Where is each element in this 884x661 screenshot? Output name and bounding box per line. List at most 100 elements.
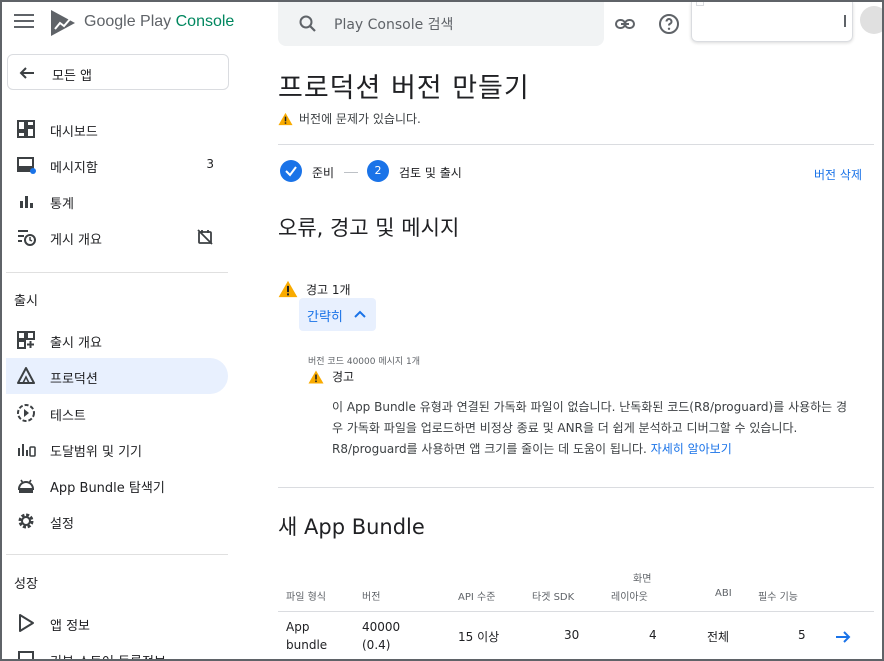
cell-required-features: 5 — [798, 628, 806, 642]
publishing-overview-icon — [18, 230, 36, 246]
account-switcher[interactable] — [691, 2, 853, 42]
sidebar-item-release-overview[interactable]: 출시 개요 — [6, 322, 228, 358]
sidebar-item-testing[interactable]: 테스트 — [6, 395, 228, 431]
check-icon — [285, 166, 297, 177]
sidebar-item-statistics[interactable]: 통계 — [6, 183, 228, 219]
store-presence-icon — [19, 614, 34, 632]
step-label: 검토 및 출시 — [399, 166, 462, 180]
warning-title-row: 경고 — [308, 368, 354, 385]
cell-file-type-2: bundle — [286, 638, 328, 652]
section-release-heading: 출시 — [14, 294, 38, 309]
dashboard-icon — [17, 120, 35, 138]
sidebar-item-label: 기본 스토어 등록정보 — [50, 651, 166, 659]
production-icon — [17, 367, 35, 384]
sidebar-item-label: 출시 개요 — [50, 336, 102, 351]
sidebar-item-label: 프로덕션 — [50, 372, 98, 387]
android-icon — [17, 479, 35, 493]
sidebar-item-label: 대시보드 — [50, 125, 98, 140]
col-header-screen-layout-2: 레이아웃 — [611, 592, 648, 603]
cell-file-type-1: App — [286, 620, 310, 634]
play-console-logo — [51, 10, 75, 36]
sidebar-item-production[interactable]: 프로덕션 — [6, 358, 228, 394]
sidebar-item-store-listing[interactable]: 기본 스토어 등록정보 — [6, 641, 228, 659]
account-caret — [844, 15, 846, 27]
sidebar-item-label: 테스트 — [50, 409, 86, 424]
sidebar-item-app-bundle-explorer[interactable]: App Bundle 탐색기 — [6, 467, 228, 503]
chevron-up-icon — [354, 310, 366, 318]
inbox-icon — [17, 157, 36, 174]
delete-release-button[interactable]: 버전 삭제 — [814, 166, 862, 183]
top-bar: Google Play Console — [2, 2, 882, 48]
version-code-messages: 버전 코드 40000 메시지 1개 — [308, 357, 421, 367]
section-divider — [278, 487, 874, 488]
step-done-circle — [280, 160, 302, 182]
page-title: 프로덕션 버전 만들기 — [278, 73, 530, 104]
link-icon[interactable] — [613, 12, 637, 36]
search-input[interactable] — [334, 14, 584, 36]
sidebar-item-label: 메시지함 — [50, 161, 98, 176]
cell-api-level: 15 이상 — [458, 630, 500, 644]
col-header-screen-layout-1: 화면 — [633, 574, 652, 585]
warning-icon — [308, 370, 324, 384]
inbox-count-badge: 3 — [206, 157, 214, 171]
warning-description: 이 App Bundle 유형과 연결된 가독화 파일이 없습니다. 난독화된 … — [332, 397, 854, 460]
sidebar-item-label: 게시 개요 — [50, 233, 102, 248]
col-header-api-level: API 수준 — [458, 592, 496, 603]
all-apps-button[interactable]: 모든 앱 — [7, 54, 229, 90]
section-growth-heading: 성장 — [14, 577, 38, 592]
sidebar-divider — [6, 554, 228, 555]
search-bar[interactable] — [278, 2, 604, 46]
account-corner — [696, 2, 704, 6]
release-issue-notice: 버전에 문제가 있습니다. — [278, 110, 421, 127]
search-icon — [299, 15, 316, 32]
release-overview-icon — [17, 331, 35, 349]
warning-icon — [278, 280, 298, 298]
managed-publishing-off-icon — [197, 229, 213, 245]
sidebar-item-store-presence[interactable]: 앱 정보 — [6, 605, 228, 641]
brand-google: Google Play — [84, 13, 172, 30]
sidebar-item-publishing-overview[interactable]: 게시 개요 — [6, 219, 228, 255]
col-header-abi: ABI — [715, 588, 732, 599]
errors-heading: 오류, 경고 및 메시지 — [278, 216, 460, 240]
avatar[interactable] — [860, 6, 882, 34]
warning-text: 이 App Bundle 유형과 연결된 가독화 파일이 없습니다. 난독화된 … — [332, 400, 848, 456]
warning-count: 경고 1개 — [306, 283, 351, 297]
sidebar-item-settings[interactable]: 설정 — [6, 503, 228, 539]
sidebar: 모든 앱 대시보드 메시지함 3 통계 게시 개요 출시 출시 개요 프로덕션 … — [2, 48, 234, 659]
cell-screen-layout: 4 — [649, 628, 657, 642]
sidebar-item-label: App Bundle 탐색기 — [50, 481, 165, 496]
cell-target-sdk: 30 — [564, 628, 580, 642]
settings-icon — [18, 513, 34, 529]
help-icon[interactable] — [657, 12, 681, 36]
reach-devices-icon — [18, 444, 36, 457]
brand-title: Google Play Console — [84, 13, 234, 31]
col-header-version: 버전 — [362, 592, 381, 603]
sidebar-item-reach-devices[interactable]: 도달범위 및 기기 — [6, 431, 228, 467]
step-label: 준비 — [312, 166, 335, 180]
window-frame: Google Play Console Play Console 검색 모든 앱… — [0, 0, 884, 661]
step-connector — [344, 172, 358, 173]
collapse-label: 간략히 — [307, 310, 343, 325]
sidebar-item-inbox[interactable]: 메시지함 3 — [6, 147, 228, 183]
brand-console: Console — [175, 13, 235, 30]
sidebar-item-label: 설정 — [50, 517, 74, 532]
issue-text: 버전에 문제가 있습니다. — [299, 112, 421, 126]
arrow-forward-icon[interactable] — [834, 628, 852, 646]
sidebar-item-label: 앱 정보 — [50, 619, 91, 634]
arrow-back-icon — [19, 67, 34, 79]
warning-icon — [278, 112, 293, 126]
warning-count-row: 경고 1개 — [278, 280, 351, 298]
bar-chart-icon — [20, 196, 33, 208]
menu-icon[interactable] — [14, 14, 34, 32]
col-header-required-features: 필수 기능 — [758, 592, 798, 603]
collapse-button[interactable]: 간략히 — [299, 298, 376, 331]
col-header-file-type: 파일 형식 — [286, 592, 326, 603]
cell-abi: 전체 — [707, 630, 730, 644]
new-bundle-heading: 새 App Bundle — [278, 515, 425, 539]
warning-label: 경고 — [332, 370, 355, 384]
all-apps-label: 모든 앱 — [52, 69, 93, 84]
sidebar-item-label: 도달범위 및 기기 — [50, 445, 142, 460]
cell-version-1: 40000 — [362, 620, 401, 634]
learn-more-link[interactable]: 자세히 알아보기 — [651, 442, 732, 456]
sidebar-item-dashboard[interactable]: 대시보드 — [6, 111, 228, 147]
